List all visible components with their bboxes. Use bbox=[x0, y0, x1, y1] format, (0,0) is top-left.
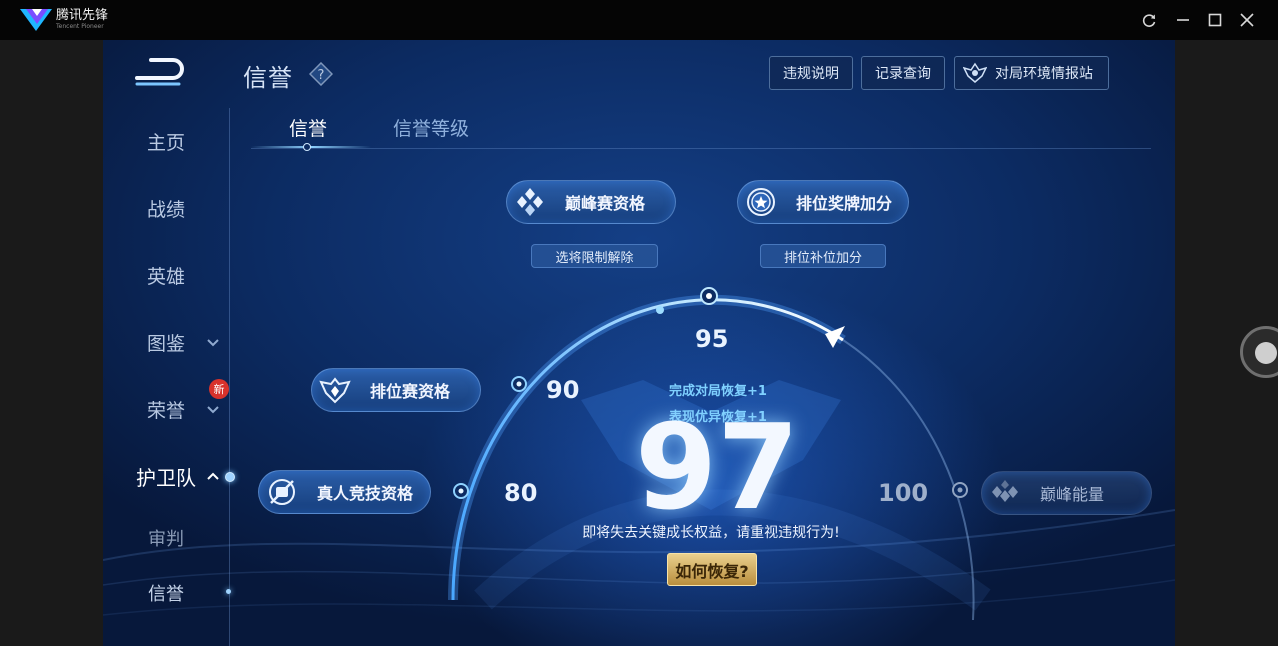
diamond-cluster-dim-icon bbox=[992, 480, 1018, 502]
reward-peak-qualification[interactable]: 巅峰赛资格 bbox=[506, 180, 676, 224]
reward-real-competition[interactable]: 真人竞技资格 bbox=[258, 470, 431, 514]
reward-peak-energy[interactable]: 巅峰能量 bbox=[981, 471, 1152, 515]
mark-80: 80 bbox=[504, 479, 538, 507]
wing-shield-icon bbox=[319, 377, 351, 404]
maximize-button[interactable] bbox=[1205, 10, 1225, 30]
game-viewport: 信誉 ? 违规说明 记录查询 对局环境情报站 主页 战绩 英雄 图鉴 荣誉 新 … bbox=[103, 40, 1175, 646]
reward-label: 巅峰赛资格 bbox=[565, 194, 646, 213]
mark-95: 95 bbox=[695, 325, 729, 353]
reward-label: 巅峰能量 bbox=[1040, 485, 1105, 504]
reward-ranked-qualification[interactable]: 排位赛资格 bbox=[311, 368, 481, 412]
no-bot-icon bbox=[269, 479, 295, 505]
mark-100: 100 bbox=[878, 479, 929, 507]
reward-label: 排位奖牌加分 bbox=[796, 194, 893, 213]
app-subtitle: Tencent Pioneer bbox=[56, 23, 104, 30]
letterbox-left bbox=[0, 40, 103, 646]
reward-sub-pick-unlock: 选将限制解除 bbox=[531, 244, 658, 268]
close-button[interactable] bbox=[1237, 10, 1257, 30]
emulator-title-bar: 腾讯先锋 Tencent Pioneer bbox=[0, 0, 1278, 40]
minimize-button[interactable] bbox=[1173, 10, 1193, 30]
medal-star-icon bbox=[747, 188, 775, 216]
reward-ranked-medal[interactable]: 排位奖牌加分 bbox=[737, 180, 909, 224]
app-name: 腾讯先锋 bbox=[56, 8, 109, 23]
reward-label: 真人竞技资格 bbox=[317, 484, 414, 503]
reward-label: 排位赛资格 bbox=[370, 382, 451, 401]
how-to-recover-button[interactable]: 如何恢复? bbox=[667, 553, 757, 586]
recover-match-text: 完成对局恢复+1 bbox=[669, 384, 767, 399]
mark-90: 90 bbox=[546, 376, 580, 404]
handle-knob-icon bbox=[1255, 342, 1277, 364]
close-icon bbox=[1240, 13, 1254, 27]
diamond-cluster-icon bbox=[517, 188, 543, 216]
tencent-pioneer-logo-icon bbox=[20, 9, 52, 31]
warning-text: 即将失去关键成长权益，请重视违规行为! bbox=[582, 525, 840, 541]
credit-score-value: 97 bbox=[635, 398, 800, 536]
credit-score-arc bbox=[448, 287, 975, 621]
minimize-icon bbox=[1177, 19, 1189, 21]
maximize-icon bbox=[1208, 13, 1222, 27]
reward-sub-fill-bonus: 排位补位加分 bbox=[760, 244, 886, 268]
refresh-icon bbox=[1142, 14, 1156, 27]
refresh-button[interactable] bbox=[1139, 10, 1159, 30]
